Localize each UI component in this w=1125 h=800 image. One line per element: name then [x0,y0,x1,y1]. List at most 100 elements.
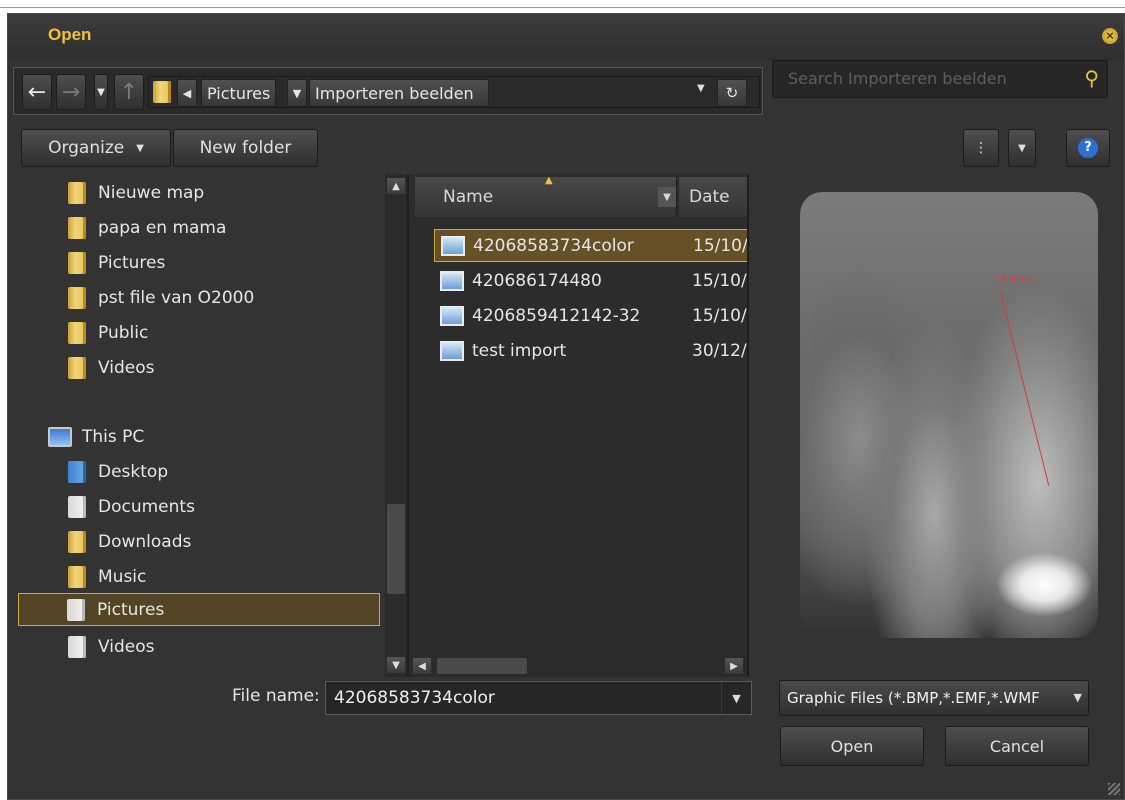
videos-icon [68,635,86,658]
address-dropdown-icon[interactable]: ▼ [697,83,705,94]
image-file-icon [440,340,464,361]
image-file-icon [440,305,464,326]
open-dialog: Open × ← → ▼ ↑ ◀ Pictures ▼ Importeren b… [7,13,1125,800]
outer-border-line [0,7,1125,8]
search-icon[interactable]: ⚲ [1084,66,1099,90]
file-row[interactable]: test import 30/12/2 [434,334,747,367]
tree-item-label: pst file van O2000 [98,287,255,308]
search-input[interactable]: Search Importeren beelden [788,69,1007,88]
recent-locations-chevron-icon[interactable]: ▼ [94,74,108,110]
chevron-down-icon: ▼ [136,142,144,154]
refresh-icon[interactable]: ↻ [717,79,747,107]
tree-item-label: Music [98,566,147,587]
file-row[interactable]: 42068583734color 15/10/2 [434,229,748,262]
tree-item[interactable]: pst file van O2000 [68,281,254,314]
file-type-filter[interactable]: Graphic Files (*.BMP,*.EMF,*.WMF ▼ [779,680,1089,716]
back-icon[interactable]: ← [22,74,52,110]
folder-icon [68,251,86,274]
file-name-value[interactable]: 42068583734color [334,688,495,708]
file-date: 30/12/2 [692,340,747,361]
documents-icon [68,495,86,518]
open-button[interactable]: Open [780,726,924,766]
tree-item-label: Downloads [98,531,192,552]
tree-item-desktop[interactable]: Desktop [68,455,168,488]
file-name-label: File name: [232,686,320,706]
file-list: Name ▲ ▼ Date 42068583734color 15/10/2 42… [407,174,749,677]
column-header-date[interactable]: Date [679,177,747,217]
tree-item[interactable]: Pictures [68,246,165,279]
scroll-left-icon[interactable]: ◀ [413,658,431,674]
computer-icon [48,426,72,447]
navigation-pane: Nieuwe map papa en mama Pictures pst fil… [8,174,388,679]
image-file-icon [440,270,464,291]
tree-item-label: Desktop [98,461,169,482]
navigation-scrollbar[interactable]: ▲ ▼ [385,174,407,677]
tree-item[interactable]: Nieuwe map [68,176,204,209]
breadcrumb-pictures[interactable]: Pictures [201,79,277,107]
tree-item[interactable]: Public [68,316,148,349]
close-icon[interactable]: × [1102,28,1118,44]
column-name-label: Name [443,187,494,207]
xray-image [800,192,1098,638]
scroll-down-icon[interactable]: ▼ [387,657,405,673]
tree-item-downloads[interactable]: Downloads [68,525,191,558]
tree-item-pictures[interactable]: Pictures [18,593,380,626]
tree-item-label: This PC [82,426,145,447]
hscroll-thumb[interactable] [437,658,527,674]
tree-item[interactable]: papa en mama [68,211,226,244]
folder-icon [68,286,86,309]
view-options-icon[interactable]: ⋮ [963,129,999,167]
tree-item-music[interactable]: Music [68,560,146,593]
file-name-field[interactable]: 42068583734color ▼ [325,681,752,715]
organize-button[interactable]: Organize ▼ [21,129,171,167]
column-filter-chevron-icon[interactable]: ▼ [658,187,676,207]
tree-item-label: Documents [98,496,195,517]
title-bar: Open × [8,14,1124,60]
file-date: 15/10/2 [693,235,748,256]
file-row[interactable]: 420686174480 15/10/2 [434,264,747,297]
file-name: 420686174480 [472,270,602,291]
breadcrumb-chevron-icon[interactable]: ◀ [177,79,197,107]
forward-icon[interactable]: → [56,74,86,110]
tree-item[interactable]: Videos [68,351,155,384]
new-folder-button[interactable]: New folder [173,129,318,167]
folder-icon [68,356,86,379]
tree-item-label: Public [98,322,149,343]
image-preview: 19,63mm [800,192,1098,638]
scroll-up-icon[interactable]: ▲ [387,178,405,194]
tree-item-label: Pictures [97,599,165,620]
pictures-icon [67,598,85,621]
scroll-right-icon[interactable]: ▶ [725,658,743,674]
column-header-name[interactable]: Name ▲ ▼ [415,175,677,217]
folder-icon [153,81,171,103]
view-chevron-icon[interactable]: ▼ [1008,129,1036,167]
file-date: 15/10/2 [692,270,747,291]
tree-item-label: Videos [98,636,155,657]
up-icon[interactable]: ↑ [114,74,144,110]
cancel-button[interactable]: Cancel [945,726,1089,766]
address-bar: ← → ▼ ↑ ◀ Pictures ▼ Importeren beelden … [13,67,763,115]
downloads-icon [68,530,86,553]
search-box[interactable]: Search Importeren beelden ⚲ [772,60,1108,98]
file-list-hscrollbar[interactable]: ◀ ▶ [409,655,747,677]
tree-item-label: Videos [98,357,155,378]
help-icon[interactable]: ? [1066,129,1110,167]
address-input[interactable]: ◀ Pictures ▼ Importeren beelden ▼ ↻ [148,76,760,108]
tree-item-label: papa en mama [98,217,227,238]
file-date: 15/10/2 [692,305,747,326]
tree-item-videos[interactable]: Videos [68,630,155,663]
music-icon [68,565,86,588]
file-name-dropdown-icon[interactable]: ▼ [721,682,751,714]
scroll-thumb[interactable] [387,504,405,594]
resize-grip[interactable] [1108,783,1120,795]
breadcrumb-chevron-icon[interactable]: ▼ [287,79,307,107]
chevron-down-icon: ▼ [1073,691,1082,704]
image-file-icon [441,235,465,256]
file-name: 4206859412142-32 [472,305,641,326]
breadcrumb-importeren[interactable]: Importeren beelden [309,79,489,107]
file-name: test import [472,340,567,361]
file-row[interactable]: 4206859412142-32 15/10/2 [434,299,747,332]
tree-item-documents[interactable]: Documents [68,490,195,523]
folder-icon [68,321,86,344]
tree-item-this-pc[interactable]: This PC [48,420,144,453]
